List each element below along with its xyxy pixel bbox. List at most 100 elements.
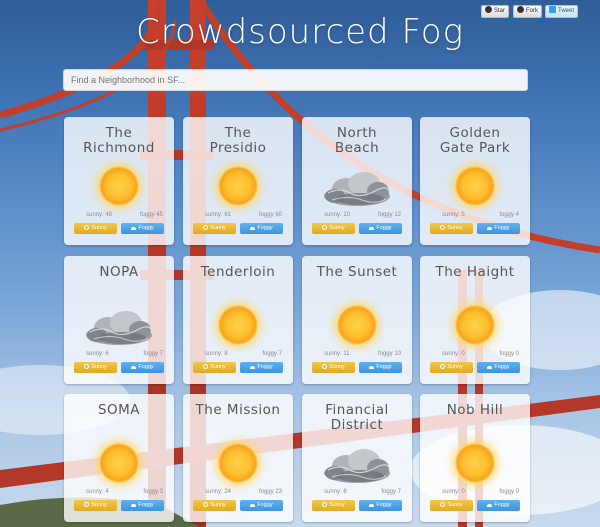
cloud-small-icon (369, 365, 375, 369)
cloud-small-icon (131, 226, 137, 230)
sunny-button-label: Sunny (447, 502, 463, 508)
vote-foggy-button[interactable]: Foggy (240, 223, 283, 234)
vote-foggy-button[interactable]: Foggy (359, 223, 402, 234)
vote-sunny-button[interactable]: Sunny (193, 223, 236, 234)
vote-foggy-button[interactable]: Foggy (477, 223, 520, 234)
vote-counts: sunny: 0 foggy 0 (420, 489, 530, 499)
sunny-button-label: Sunny (447, 225, 463, 231)
sunny-button-label: Sunny (210, 364, 226, 370)
sunny-button-label: Sunny (329, 502, 345, 508)
sunny-icon (99, 166, 139, 206)
sunny-button-label: Sunny (210, 502, 226, 508)
neighborhood-name: SOMA (97, 402, 141, 418)
neighborhood-name: NOPA (99, 264, 139, 280)
weather-indicator (213, 302, 263, 348)
vote-foggy-button[interactable]: Foggy (121, 500, 164, 511)
neighborhood-card: North Beach sunny: 10 foggy 12 Sunny Foggy (302, 117, 412, 245)
foggy-button-label: Foggy (257, 225, 273, 231)
sunny-icon (455, 305, 495, 345)
sunny-count: sunny: 48 (86, 212, 113, 218)
sunny-button-label: Sunny (91, 364, 107, 370)
vote-sunny-button[interactable]: Sunny (312, 223, 355, 234)
vote-sunny-button[interactable]: Sunny (430, 362, 473, 373)
foggy-button-label: Foggy (376, 364, 392, 370)
vote-sunny-button[interactable]: Sunny (74, 223, 117, 234)
vote-sunny-button[interactable]: Sunny (74, 500, 117, 511)
sunny-button-label: Sunny (91, 225, 107, 231)
foggy-button-label: Foggy (376, 502, 392, 508)
vote-foggy-button[interactable]: Foggy (121, 223, 164, 234)
vote-foggy-button[interactable]: Foggy (477, 362, 520, 373)
vote-foggy-button[interactable]: Foggy (359, 362, 402, 373)
cloud-small-icon (250, 503, 256, 507)
cloud-small-icon (250, 226, 256, 230)
vote-foggy-button[interactable]: Foggy (240, 362, 283, 373)
vote-counts: sunny: 8 foggy 7 (183, 351, 293, 361)
neighborhood-card: Financial District sunny: 8 foggy 7 Sunny Fo… (302, 394, 412, 522)
neighborhood-card: The Presidio sunny: 61 foggy 60 Sunny Foggy (183, 117, 293, 245)
page-title: Crowdsourced Fog (135, 12, 464, 52)
sunny-icon (218, 166, 258, 206)
sunny-count: sunny: 0 (442, 489, 465, 495)
foggy-button-label: Foggy (257, 502, 273, 508)
foggy-count: foggy 23 (258, 489, 282, 495)
weather-indicator (213, 440, 263, 486)
vote-counts: sunny: 48 foggy 45 (64, 212, 174, 222)
weather-indicator (86, 302, 153, 348)
foggy-count: foggy 60 (258, 212, 282, 218)
vote-counts: sunny: 61 foggy 60 (183, 212, 293, 222)
sunny-count: sunny: 5 (442, 212, 465, 218)
foggy-button-label: Foggy (138, 364, 154, 370)
weather-indicator (324, 440, 391, 486)
fog-cloud-icon (324, 449, 391, 483)
foggy-count: foggy 10 (377, 351, 401, 357)
vote-sunny-button[interactable]: Sunny (312, 500, 355, 511)
cloud-small-icon (487, 503, 493, 507)
vote-sunny-button[interactable]: Sunny (74, 362, 117, 373)
neighborhood-name: Financial District (325, 402, 389, 433)
cloud-small-icon (131, 503, 137, 507)
sun-small-icon (84, 224, 90, 230)
cloud-small-icon (487, 226, 493, 230)
vote-sunny-button[interactable]: Sunny (193, 500, 236, 511)
weather-indicator (324, 163, 391, 209)
sunny-icon (337, 305, 377, 345)
foggy-button-label: Foggy (138, 502, 154, 508)
sun-small-icon (84, 501, 90, 507)
neighborhood-search-input[interactable] (63, 69, 528, 91)
sun-small-icon (203, 501, 209, 507)
sunny-button-label: Sunny (91, 502, 107, 508)
vote-sunny-button[interactable]: Sunny (312, 362, 355, 373)
sunny-button-label: Sunny (329, 364, 345, 370)
neighborhood-card: The Mission sunny: 24 foggy 23 Sunny Foggy (183, 394, 293, 522)
vote-sunny-button[interactable]: Sunny (430, 223, 473, 234)
foggy-count: foggy 4 (499, 212, 519, 218)
sun-small-icon (440, 224, 446, 230)
foggy-count: foggy 7 (262, 351, 282, 357)
foggy-count: foggy 0 (499, 351, 519, 357)
vote-foggy-button[interactable]: Foggy (477, 500, 520, 511)
neighborhood-name: North Beach (334, 125, 380, 156)
vote-foggy-button[interactable]: Foggy (121, 362, 164, 373)
neighborhood-card: The Haight sunny: 0 foggy 0 Sunny Foggy (420, 256, 530, 384)
sunny-count: sunny: 6 (86, 351, 109, 357)
vote-counts: sunny: 5 foggy 4 (420, 212, 530, 222)
neighborhood-card: Nob Hill sunny: 0 foggy 0 Sunny Foggy (420, 394, 530, 522)
vote-counts: sunny: 10 foggy 12 (302, 212, 412, 222)
neighborhood-card: NOPA sunny: 6 foggy 7 Sunny Foggy (64, 256, 174, 384)
sunny-button-label: Sunny (447, 364, 463, 370)
sunny-icon (99, 443, 139, 483)
vote-foggy-button[interactable]: Foggy (359, 500, 402, 511)
foggy-button-label: Foggy (257, 364, 273, 370)
vote-sunny-button[interactable]: Sunny (193, 362, 236, 373)
foggy-count: foggy 45 (139, 212, 163, 218)
cloud-small-icon (250, 365, 256, 369)
vote-foggy-button[interactable]: Foggy (240, 500, 283, 511)
sunny-button-label: Sunny (210, 225, 226, 231)
vote-sunny-button[interactable]: Sunny (430, 500, 473, 511)
sunny-count: sunny: 4 (86, 489, 109, 495)
neighborhood-name: The Presidio (209, 125, 267, 156)
foggy-button-label: Foggy (494, 502, 510, 508)
neighborhood-card: The Richmond sunny: 48 foggy 45 Sunny Foggy (64, 117, 174, 245)
cloud-small-icon (131, 365, 137, 369)
